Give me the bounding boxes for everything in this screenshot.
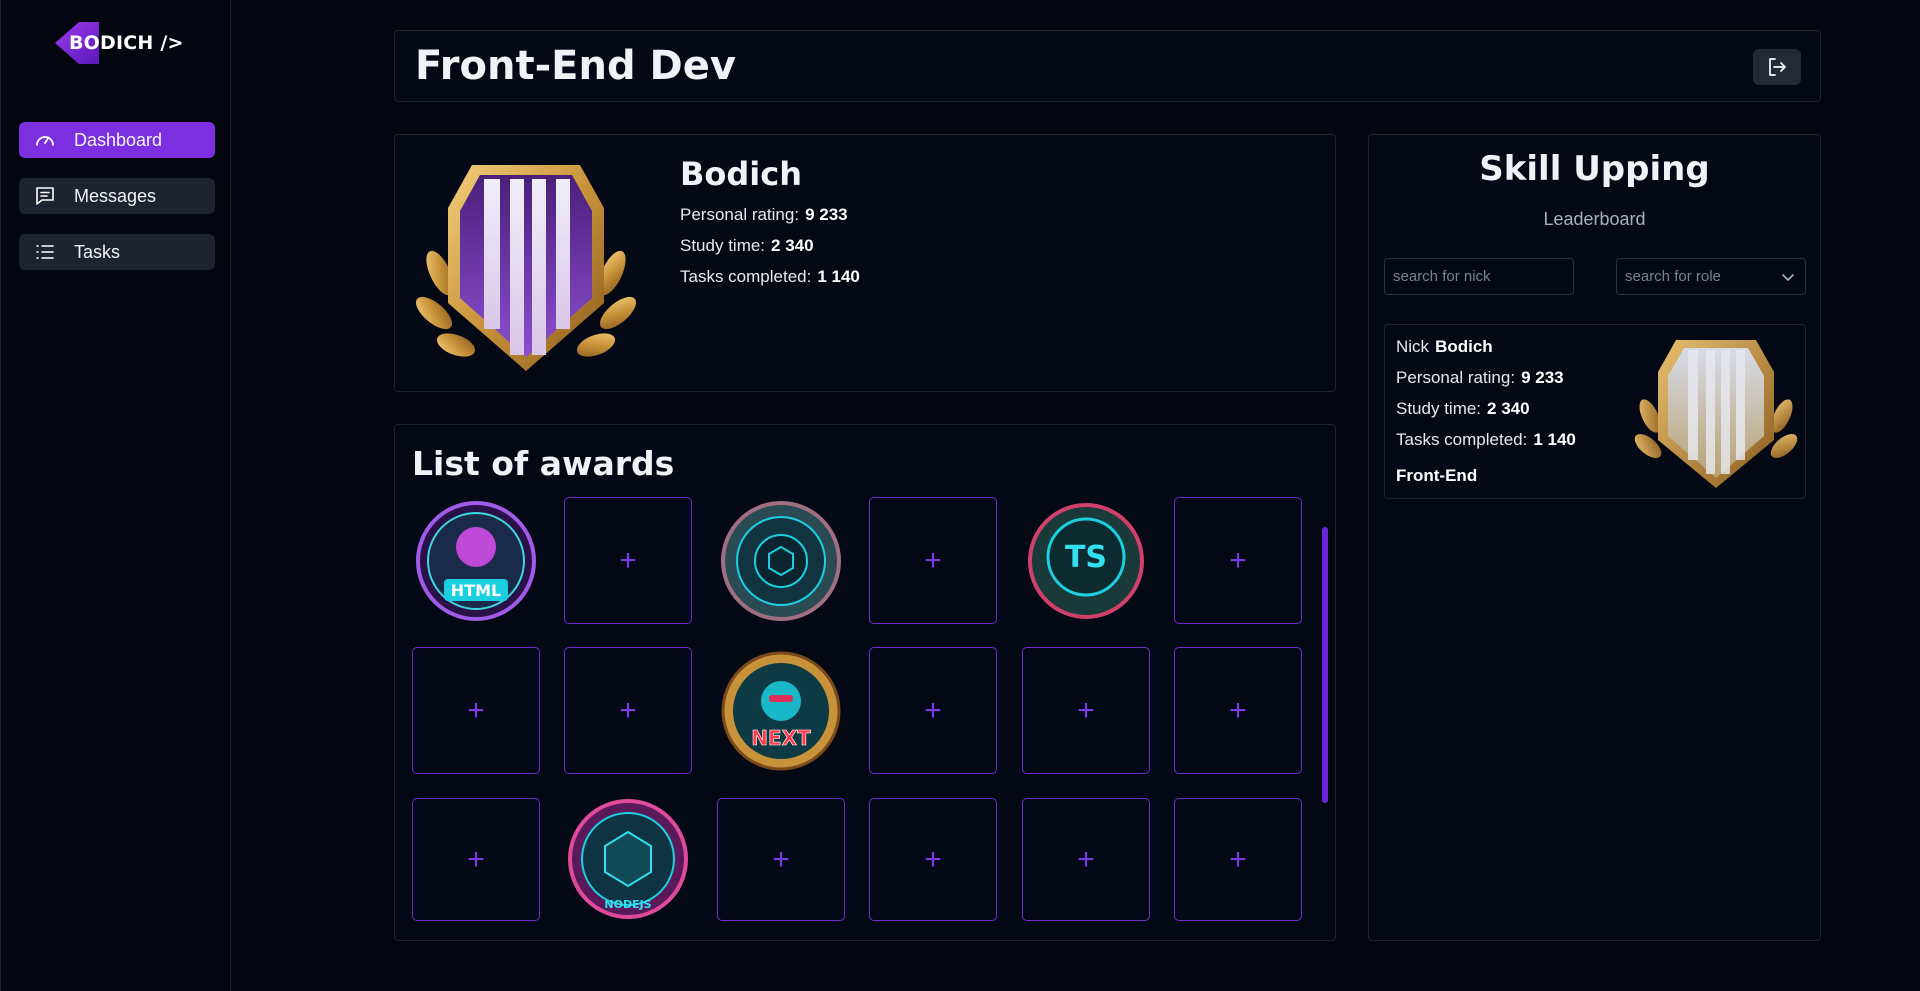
empty-award-slot[interactable]: + xyxy=(412,647,540,774)
stat-label: Study time: xyxy=(680,236,766,255)
html-badge[interactable]: HTML xyxy=(412,497,540,625)
sidebar-item-dashboard[interactable]: Dashboard xyxy=(19,122,215,158)
brand-logo[interactable]: BODICH /> xyxy=(53,20,193,66)
add-award-icon: + xyxy=(467,842,485,876)
leaderboard-subtitle: Leaderboard xyxy=(1543,209,1646,229)
next-badge[interactable]: NEXT xyxy=(717,647,845,775)
nick-row: Nick Bodich xyxy=(1396,337,1493,357)
stat-value: 9 233 xyxy=(805,205,848,224)
stat-value: 2 340 xyxy=(1487,399,1530,418)
stat-label: Nick xyxy=(1396,337,1430,356)
sidebar-item-messages[interactable]: Messages xyxy=(19,178,215,214)
badge-label: HTML xyxy=(451,581,501,600)
stat-value: 1 140 xyxy=(817,267,860,286)
page-title: Front-End Dev xyxy=(415,43,736,89)
rank-medal-icon xyxy=(415,165,637,371)
search-nick-input[interactable] xyxy=(1384,258,1574,295)
leaderboard-panel: Skill Upping Leaderboard search for role… xyxy=(1368,134,1821,941)
badge-label: NEXT xyxy=(751,726,811,750)
empty-award-slot[interactable]: + xyxy=(1174,798,1302,921)
empty-award-slot[interactable]: + xyxy=(1022,647,1150,774)
role-select-placeholder: search for role xyxy=(1625,268,1721,285)
stat-label: Tasks completed: xyxy=(1396,430,1528,449)
ts-badge[interactable]: TS xyxy=(1022,497,1150,625)
message-icon xyxy=(34,185,56,207)
logo-text: BODICH /> xyxy=(69,32,184,54)
stat-label: Tasks completed: xyxy=(680,267,812,286)
gauge-icon xyxy=(34,129,56,151)
empty-award-slot[interactable]: + xyxy=(412,798,540,921)
add-award-icon: + xyxy=(924,842,942,876)
sidebar-item-tasks[interactable]: Tasks xyxy=(19,234,215,270)
badge-label: TS xyxy=(1065,540,1107,575)
add-award-icon: + xyxy=(1077,842,1095,876)
add-award-icon: + xyxy=(1229,693,1247,727)
sidebar: BODICH /> Dashboard Messages Tasks xyxy=(0,0,231,991)
sidebar-item-label: Messages xyxy=(74,186,157,206)
study-time-row: Study time: 2 340 xyxy=(1396,399,1530,419)
empty-award-slot[interactable]: + xyxy=(869,798,997,921)
empty-award-slot[interactable]: + xyxy=(717,798,845,921)
add-award-icon: + xyxy=(619,543,637,577)
leaderboard-title: Skill Upping xyxy=(1479,149,1710,189)
stat-value: 2 340 xyxy=(771,236,814,255)
profile-card: Bodich Personal rating: 9 233 Study time:… xyxy=(394,134,1336,392)
empty-award-slot[interactable]: + xyxy=(564,497,692,624)
list-icon xyxy=(34,241,56,263)
stat-label: Personal rating: xyxy=(1396,368,1516,387)
add-award-icon: + xyxy=(1229,543,1247,577)
logout-icon xyxy=(1769,58,1786,76)
search-role-select[interactable]: search for role xyxy=(1616,258,1806,295)
add-award-icon: + xyxy=(1229,842,1247,876)
empty-award-slot[interactable]: + xyxy=(869,497,997,624)
badge-label: NODEJS xyxy=(604,898,651,911)
add-award-icon: + xyxy=(924,693,942,727)
empty-award-slot[interactable]: + xyxy=(1174,497,1302,624)
sidebar-item-label: Tasks xyxy=(74,242,121,262)
leaderboard-entry[interactable]: Nick Bodich Personal rating: 9 233 Study t… xyxy=(1384,324,1806,499)
awards-title: List of awards xyxy=(412,444,675,483)
profile-name: Bodich xyxy=(680,155,802,193)
empty-award-slot[interactable]: + xyxy=(1174,647,1302,774)
tasks-completed-row: Tasks completed: 1 140 xyxy=(1396,430,1576,450)
awards-panel: List of awards HTML + + TS + + + NEXT + … xyxy=(394,424,1336,941)
add-award-icon: + xyxy=(619,693,637,727)
stat-value: Bodich xyxy=(1435,337,1493,356)
nodejs-badge[interactable]: NODEJS xyxy=(564,795,692,923)
stat-label: Personal rating: xyxy=(680,205,800,224)
empty-award-slot[interactable]: + xyxy=(869,647,997,774)
add-award-icon: + xyxy=(772,842,790,876)
add-award-icon: + xyxy=(467,693,485,727)
awards-scrollbar[interactable] xyxy=(1322,527,1328,803)
js-badge[interactable] xyxy=(717,497,845,625)
empty-award-slot[interactable]: + xyxy=(564,647,692,774)
chevron-down-icon xyxy=(1782,274,1794,281)
empty-award-slot[interactable]: + xyxy=(1022,798,1150,921)
logout-button[interactable] xyxy=(1753,49,1801,85)
personal-rating-row: Personal rating: 9 233 xyxy=(1396,368,1564,388)
study-time-row: Study time: 2 340 xyxy=(680,236,814,256)
sidebar-item-label: Dashboard xyxy=(74,130,163,150)
stat-label: Study time: xyxy=(1396,399,1482,418)
personal-rating-row: Personal rating: 9 233 xyxy=(680,205,848,225)
rank-medal-icon xyxy=(1634,340,1798,488)
stat-value: 9 233 xyxy=(1521,368,1564,387)
tasks-completed-row: Tasks completed: 1 140 xyxy=(680,267,860,287)
add-award-icon: + xyxy=(1077,693,1095,727)
page-header: Front-End Dev xyxy=(394,30,1821,102)
role-label: Front-End xyxy=(1396,466,1478,485)
stat-value: 1 140 xyxy=(1533,430,1576,449)
add-award-icon: + xyxy=(924,543,942,577)
